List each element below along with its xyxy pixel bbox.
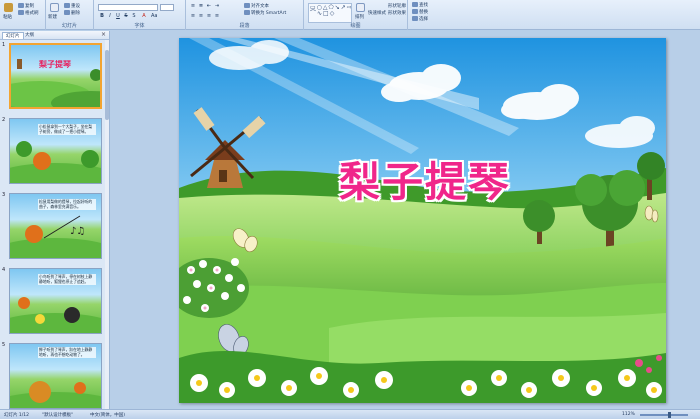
copy-button[interactable]: 复制 xyxy=(18,3,34,9)
slide-thumbnail[interactable]: 梨子提琴 xyxy=(9,43,102,109)
justify-icon[interactable]: ≡ xyxy=(214,13,220,19)
format-painter-button[interactable]: 格式刷 xyxy=(18,10,39,16)
zoom-slider-knob[interactable] xyxy=(668,412,671,418)
reset-button[interactable]: 重设 xyxy=(64,3,80,9)
slide-thumbnail[interactable]: ♪♫ 松鼠用梨做的提琴，拉起好听的曲子，森林里充满音乐。 xyxy=(9,193,102,259)
slide-canvas[interactable]: 梨子提琴 xyxy=(179,38,666,403)
music-note-icon: ♪♫ xyxy=(70,226,85,237)
font-color-icon[interactable]: A xyxy=(141,13,147,19)
paste-icon[interactable] xyxy=(4,3,13,12)
slide-title[interactable]: 梨子提琴 xyxy=(339,148,511,208)
font-name-field[interactable] xyxy=(98,4,158,11)
shadow-icon[interactable]: S xyxy=(131,13,137,19)
replace-button[interactable]: 替换 xyxy=(412,9,428,15)
tab-outline[interactable]: 大纲 xyxy=(22,32,37,39)
increase-indent-icon[interactable]: ⇥ xyxy=(214,3,220,9)
quick-styles-button[interactable]: 快速样式 xyxy=(368,10,386,16)
fox-icon xyxy=(64,307,80,323)
ribbon: 粘贴 复制 格式刷 新建 重设 删除 幻灯片 B I U S S A Aa 字体… xyxy=(0,0,700,30)
arrange-button[interactable]: 排列 xyxy=(355,14,364,20)
pane-scrollbar[interactable] xyxy=(105,40,109,409)
ribbon-group-clipboard: 粘贴 复制 格式刷 xyxy=(0,0,46,30)
slide-thumbnail[interactable]: 狮子听到了琴声，趴在地上静静地听，再也不想吃动物了。 xyxy=(9,343,102,409)
close-icon[interactable]: × xyxy=(101,31,106,38)
numbering-icon[interactable]: ≣ xyxy=(198,3,204,9)
slide-thumbnail-row[interactable]: 1 梨子提琴 xyxy=(0,42,108,110)
delete-button[interactable]: 删除 xyxy=(64,10,80,16)
slide-thumbnail-text: 小鸟听到了琴声，停在树枝上静静地听，狐狸也停止了追赶。 xyxy=(38,274,96,286)
shapes-gallery[interactable]: ▭○△⬠↘↗⇨☆{}⌒∿□◇ xyxy=(308,3,352,23)
paste-button[interactable]: 粘贴 xyxy=(3,14,12,20)
zoom-level[interactable]: 112% xyxy=(622,412,635,417)
slide-number: 5 xyxy=(2,342,6,348)
ribbon-group-font: B I U S S A Aa 字体 xyxy=(94,0,186,30)
slide-editor: 梨子提琴 xyxy=(110,31,700,409)
squirrel-icon xyxy=(33,152,51,170)
windmill-icon xyxy=(17,59,22,69)
status-bar: 幻灯片 1/12 "默认设计模板" 中文(简体，中国) 112% xyxy=(0,409,700,419)
align-right-icon[interactable]: ≡ xyxy=(206,13,212,19)
drawing-group-label: 绘图 xyxy=(350,23,361,29)
ribbon-group-drawing: ▭○△⬠↘↗⇨☆{}⌒∿□◇ 排列 快速样式 形状轮廓 形状效果 绘图 xyxy=(304,0,408,30)
slide-number: 1 xyxy=(2,42,6,48)
theme-name: "默认设计模板" xyxy=(42,413,74,418)
squirrel-icon xyxy=(18,297,30,309)
ribbon-group-paragraph: ≡ ≣ ⇤ ⇥ ≡ ≡ ≡ ≡ 对齐文本 转换为 SmartArt 段落 xyxy=(186,0,304,30)
lion-icon xyxy=(29,381,51,403)
slide-thumbnail-row[interactable]: 4 小鸟听到了琴声，停在树枝上静静地听，狐狸也停止了追赶。 xyxy=(0,267,108,335)
zoom-slider[interactable] xyxy=(640,414,688,416)
new-slide-button[interactable]: 新建 xyxy=(48,14,57,20)
shape-outline-button[interactable]: 形状轮廓 xyxy=(388,3,406,9)
paragraph-group-label: 段落 xyxy=(239,23,250,29)
slide-thumbnail-row[interactable]: 2 小松鼠拿到一个大梨子，坐在梨子树旁，做成了一把小提琴。 xyxy=(0,117,108,185)
slide-thumbnail-text: 狮子听到了琴声，趴在地上静静地听，再也不想吃动物了。 xyxy=(38,347,96,359)
slide-background-scene xyxy=(179,38,666,403)
tab-slides[interactable]: 幻灯片 xyxy=(2,32,24,39)
slide-thumbnail-row[interactable]: 3 ♪♫ 松鼠用梨做的提琴，拉起好听的曲子，森林里充满音乐。 xyxy=(0,192,108,260)
slides-pane: 幻灯片 大纲 × 1 梨子提琴 2 小松鼠拿到一个大梨子，坐在梨子树旁，做成了一… xyxy=(0,31,110,409)
slide-thumbnail-text: 小松鼠拿到一个大梨子，坐在梨子树旁，做成了一把小提琴。 xyxy=(38,124,96,136)
slide-thumbnail-title: 梨子提琴 xyxy=(39,60,71,69)
italic-icon[interactable]: I xyxy=(107,13,113,19)
slide-number: 3 xyxy=(2,192,6,198)
find-button[interactable]: 查找 xyxy=(412,2,428,8)
arrange-icon[interactable] xyxy=(356,3,365,12)
align-center-icon[interactable]: ≡ xyxy=(198,13,204,19)
align-left-icon[interactable]: ≡ xyxy=(190,13,196,19)
change-case-icon[interactable]: Aa xyxy=(151,13,157,19)
bird-icon xyxy=(35,314,45,324)
scrollbar-thumb[interactable] xyxy=(105,50,109,120)
slide-thumbnail[interactable]: 小松鼠拿到一个大梨子，坐在梨子树旁，做成了一把小提琴。 xyxy=(9,118,102,184)
align-text-button[interactable]: 对齐文本 xyxy=(244,3,269,9)
slide-number: 4 xyxy=(2,267,6,273)
slide-number: 2 xyxy=(2,117,6,123)
convert-smartart-button[interactable]: 转换为 SmartArt xyxy=(244,10,286,16)
slides-group-label: 幻灯片 xyxy=(61,23,77,29)
select-button[interactable]: 选择 xyxy=(412,16,428,22)
squirrel-icon xyxy=(25,225,43,243)
font-group-label: 字体 xyxy=(134,23,145,29)
shape-effects-button[interactable]: 形状效果 xyxy=(388,10,406,16)
underline-icon[interactable]: U xyxy=(115,13,121,19)
ribbon-group-slides: 新建 重设 删除 幻灯片 xyxy=(46,0,94,30)
thumbnail-scene xyxy=(11,59,100,107)
bold-icon[interactable]: B xyxy=(99,13,105,19)
slide-thumbnail[interactable]: 小鸟听到了琴声，停在树枝上静静地听，狐狸也停止了追赶。 xyxy=(9,268,102,334)
ribbon-group-editing: 查找 替换 选择 xyxy=(408,0,448,30)
slide-thumbnail-text: 松鼠用梨做的提琴，拉起好听的曲子，森林里充满音乐。 xyxy=(38,199,96,211)
pane-tabs: 幻灯片 大纲 × xyxy=(0,31,109,40)
slide-thumbnail-row[interactable]: 5 狮子听到了琴声，趴在地上静静地听，再也不想吃动物了。 xyxy=(0,342,108,410)
new-slide-icon[interactable] xyxy=(50,3,59,12)
strikethrough-icon[interactable]: S xyxy=(123,13,129,19)
bullets-icon[interactable]: ≡ xyxy=(190,3,196,9)
decrease-indent-icon[interactable]: ⇤ xyxy=(206,3,212,9)
font-size-field[interactable] xyxy=(160,4,174,11)
language-indicator: 中文(简体，中国) xyxy=(90,413,126,418)
slide-counter: 幻灯片 1/12 xyxy=(4,413,30,418)
squirrel-icon xyxy=(74,382,86,394)
